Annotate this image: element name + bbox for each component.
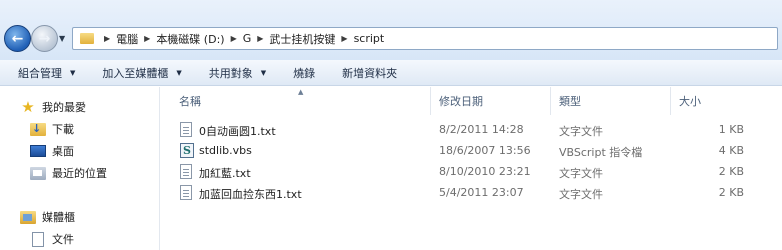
column-header-type[interactable]: 類型 bbox=[551, 87, 671, 115]
documents-icon bbox=[30, 231, 46, 247]
file-date: 8/2/2011 14:28 bbox=[439, 123, 524, 136]
breadcrumb-arrow-icon[interactable]: ▶ bbox=[231, 34, 237, 43]
include-in-library-menu[interactable]: 加入至媒體櫃 ▼ bbox=[102, 62, 181, 84]
nav-item-label: 文件 bbox=[52, 233, 74, 246]
file-list: ▲ 名稱 修改日期 類型 大小 0自动画圆1.txt 8/2/2011 14:2… bbox=[161, 87, 782, 250]
text-file-icon bbox=[180, 164, 192, 179]
breadcrumb-arrow-icon[interactable]: ▶ bbox=[341, 34, 347, 43]
share-with-menu[interactable]: 共用對象 ▼ bbox=[209, 62, 266, 84]
command-bar: 組合管理 ▼ 加入至媒體櫃 ▼ 共用對象 ▼ 燒錄 新增資料夾 bbox=[0, 60, 782, 86]
nav-item-label: 媒體櫃 bbox=[42, 211, 75, 224]
column-header-name[interactable]: 名稱 bbox=[171, 87, 431, 115]
file-type: 文字文件 bbox=[559, 125, 603, 138]
new-folder-button[interactable]: 新增資料夾 bbox=[342, 62, 397, 84]
nav-item-libraries[interactable]: 媒體櫃 bbox=[20, 209, 75, 225]
vbscript-file-icon: S bbox=[180, 143, 194, 158]
recent-places-icon bbox=[30, 166, 46, 180]
folder-icon bbox=[80, 33, 94, 44]
breadcrumb-arrow-icon[interactable]: ▶ bbox=[144, 34, 150, 43]
burn-label: 燒錄 bbox=[293, 66, 316, 80]
column-header-date[interactable]: 修改日期 bbox=[431, 87, 551, 115]
navigation-pane: ★ 我的最愛 下載 桌面 最近的位置 媒體櫃 文件 bbox=[0, 87, 160, 250]
file-type: VBScript 指令檔 bbox=[559, 146, 643, 159]
file-date: 18/6/2007 13:56 bbox=[439, 144, 531, 157]
file-date: 8/10/2010 23:21 bbox=[439, 165, 531, 178]
column-header-label: 大小 bbox=[679, 95, 701, 108]
nav-item-label: 最近的位置 bbox=[52, 167, 107, 180]
column-header-label: 修改日期 bbox=[439, 95, 483, 108]
text-file-icon bbox=[180, 122, 192, 137]
file-size: 4 KB bbox=[718, 144, 744, 157]
nav-item-recent-places[interactable]: 最近的位置 bbox=[30, 165, 107, 181]
file-size: 2 KB bbox=[718, 165, 744, 178]
breadcrumb-computer[interactable]: 電腦 bbox=[116, 31, 138, 47]
column-header-label: 類型 bbox=[559, 95, 581, 108]
breadcrumb-arrow-icon[interactable]: ▶ bbox=[104, 34, 110, 43]
nav-item-desktop[interactable]: 桌面 bbox=[30, 143, 74, 159]
new-folder-label: 新增資料夾 bbox=[342, 66, 398, 80]
file-name: stdlib.vbs bbox=[199, 144, 252, 157]
back-arrow-icon: ← bbox=[11, 30, 24, 47]
forward-arrow-icon: → bbox=[38, 30, 51, 47]
breadcrumb-drive[interactable]: 本機磁碟 (D:) bbox=[156, 31, 224, 47]
file-type: 文字文件 bbox=[559, 188, 603, 201]
file-name: 0自动画圆1.txt bbox=[199, 125, 276, 138]
file-row[interactable]: 加紅藍.txt 8/10/2010 23:21 文字文件 2 KB bbox=[161, 162, 782, 183]
breadcrumb-folder-g[interactable]: G bbox=[243, 32, 252, 45]
file-size: 2 KB bbox=[718, 186, 744, 199]
file-size: 1 KB bbox=[718, 123, 744, 136]
back-button[interactable]: ← bbox=[4, 25, 31, 52]
recent-pages-dropdown-icon[interactable]: ▼ bbox=[59, 34, 69, 44]
libraries-icon bbox=[20, 210, 36, 224]
star-icon: ★ bbox=[21, 98, 35, 116]
burn-button[interactable]: 燒錄 bbox=[293, 62, 315, 84]
breadcrumb-folder-samurai[interactable]: 武士挂机按键 bbox=[269, 31, 335, 47]
downloads-folder-icon bbox=[30, 122, 46, 136]
breadcrumb-folder-script[interactable]: script bbox=[354, 32, 385, 45]
organize-label: 組合管理 bbox=[18, 66, 62, 80]
breadcrumb-arrow-icon[interactable]: ▶ bbox=[257, 34, 263, 43]
include-in-library-label: 加入至媒體櫃 bbox=[102, 66, 169, 80]
file-row[interactable]: S stdlib.vbs 18/6/2007 13:56 VBScript 指令… bbox=[161, 141, 782, 162]
forward-button[interactable]: → bbox=[31, 25, 58, 52]
file-name: 加蓝回血捡东西1.txt bbox=[199, 188, 302, 201]
address-bar-row: ← → ▼ ▶ 電腦 ▶ 本機磁碟 (D:) ▶ G ▶ 武士挂机按键 ▶ sc… bbox=[0, 0, 782, 60]
dropdown-caret-icon: ▼ bbox=[70, 68, 76, 77]
organize-menu[interactable]: 組合管理 ▼ bbox=[18, 62, 75, 84]
file-row[interactable]: 加蓝回血捡东西1.txt 5/4/2011 23:07 文字文件 2 KB bbox=[161, 183, 782, 204]
desktop-icon bbox=[30, 145, 46, 157]
file-type: 文字文件 bbox=[559, 167, 603, 180]
nav-item-label: 桌面 bbox=[52, 145, 74, 158]
nav-item-favorites[interactable]: ★ 我的最愛 bbox=[20, 98, 86, 116]
file-row[interactable]: 0自动画圆1.txt 8/2/2011 14:28 文字文件 1 KB bbox=[161, 120, 782, 141]
column-header-size[interactable]: 大小 bbox=[671, 87, 751, 115]
address-box[interactable]: ▶ 電腦 ▶ 本機磁碟 (D:) ▶ G ▶ 武士挂机按键 ▶ script bbox=[72, 27, 778, 50]
share-with-label: 共用對象 bbox=[208, 66, 253, 80]
nav-item-label: 下載 bbox=[52, 123, 74, 136]
file-date: 5/4/2011 23:07 bbox=[439, 186, 524, 199]
file-name: 加紅藍.txt bbox=[199, 167, 251, 180]
dropdown-caret-icon: ▼ bbox=[176, 68, 182, 77]
dropdown-caret-icon: ▼ bbox=[260, 68, 267, 77]
column-header-label: 名稱 bbox=[179, 95, 201, 108]
nav-item-downloads[interactable]: 下載 bbox=[30, 121, 74, 137]
nav-item-label: 我的最愛 bbox=[42, 101, 86, 114]
nav-item-documents[interactable]: 文件 bbox=[30, 231, 74, 247]
text-file-icon bbox=[180, 185, 192, 200]
